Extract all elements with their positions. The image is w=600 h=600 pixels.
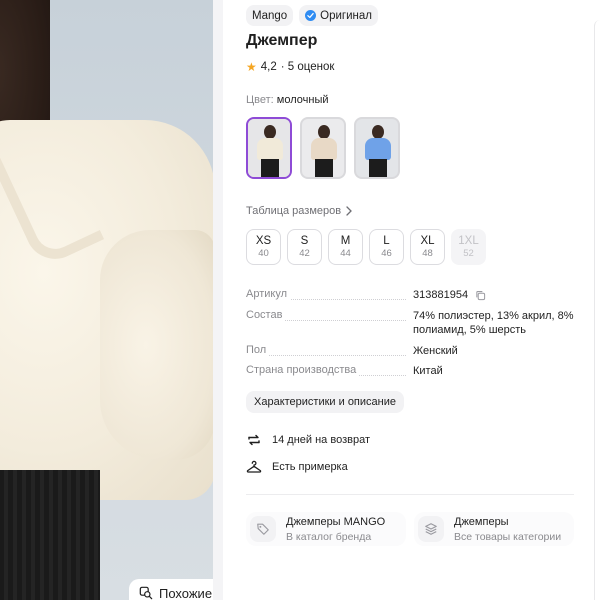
brand-badge[interactable]: Mango xyxy=(246,5,294,26)
spec-value: 74% полиэстер, 13% акрил, 8% полиамид, 5… xyxy=(413,310,574,336)
thumb-figure-head xyxy=(318,125,330,139)
size-option[interactable]: M 44 xyxy=(328,229,363,265)
fitting-text: Есть примерка xyxy=(272,461,348,473)
copy-icon[interactable] xyxy=(475,290,486,301)
size-option[interactable]: XL 48 xyxy=(410,229,445,265)
thumb-figure-legs xyxy=(261,159,279,177)
original-badge[interactable]: Оригинал xyxy=(299,5,379,26)
chevron-right-icon xyxy=(346,206,353,216)
size-selector: XS 40 S 42 M 44 L 46 XL 48 1XL 52 xyxy=(246,229,486,265)
similar-search-icon xyxy=(139,586,153,600)
brand-name: Mango xyxy=(252,9,288,22)
spec-key: Пол xyxy=(246,344,270,356)
size-ru: 40 xyxy=(258,247,269,259)
size-label: S xyxy=(300,234,309,247)
badges: Mango Оригинал xyxy=(246,5,379,26)
variant-thumb-blue[interactable] xyxy=(354,117,400,179)
size-ru: 44 xyxy=(340,247,351,259)
star-icon: ★ xyxy=(246,60,257,74)
section-divider xyxy=(246,494,574,495)
size-ru: 52 xyxy=(463,247,474,259)
size-option-unavailable: 1XL 52 xyxy=(451,229,486,265)
return-arrows-icon xyxy=(248,434,260,446)
spec-leader xyxy=(246,355,406,356)
size-ru: 46 xyxy=(381,247,392,259)
category-card[interactable]: Джемперы Все товары категории xyxy=(414,512,574,546)
size-table-label: Таблица размеров xyxy=(246,205,342,217)
photo-pants xyxy=(0,470,100,600)
catalog-links: Джемперы MANGO В каталог бренда Джемперы… xyxy=(246,512,574,546)
reviews-count: · 5 оценок xyxy=(280,61,335,73)
product-photo[interactable] xyxy=(0,0,213,600)
fitting-info: Есть примерка xyxy=(246,459,348,475)
size-table-link[interactable]: Таблица размеров xyxy=(246,205,353,217)
size-ru: 42 xyxy=(299,247,310,259)
spec-key: Артикул xyxy=(246,288,291,300)
spec-value-article: 313881954 xyxy=(413,288,578,302)
color-variants xyxy=(246,117,400,179)
size-label: M xyxy=(340,234,351,247)
size-label: XS xyxy=(255,234,272,247)
size-option[interactable]: XS 40 xyxy=(246,229,281,265)
spec-key: Страна производства xyxy=(246,364,360,376)
similar-label: Похожие xyxy=(159,585,213,600)
thumb-figure-head xyxy=(264,125,276,139)
size-ru: 48 xyxy=(422,247,433,259)
thumb-figure-body xyxy=(311,138,337,160)
product-title: Джемпер xyxy=(246,32,318,49)
size-label: XL xyxy=(420,234,435,247)
category-title: Джемперы xyxy=(454,515,509,528)
size-option[interactable]: L 46 xyxy=(369,229,404,265)
brand-catalog-subtitle: В каталог бренда xyxy=(286,530,372,543)
thumb-figure-body xyxy=(365,138,391,160)
variant-thumb-beige[interactable] xyxy=(300,117,346,179)
rating[interactable]: ★ 4,2 · 5 оценок xyxy=(246,60,334,74)
right-panel-edge xyxy=(594,20,600,600)
brand-catalog-title: Джемперы MANGO xyxy=(286,515,386,528)
layers-icon xyxy=(418,516,444,542)
color-label: Цвет: молочный xyxy=(246,94,329,106)
return-info: 14 дней на возврат xyxy=(246,432,370,448)
spec-value: Женский xyxy=(413,345,458,357)
spec-value: Китай xyxy=(413,365,443,377)
size-option[interactable]: S 42 xyxy=(287,229,322,265)
rating-value: 4,2 xyxy=(260,61,277,73)
variant-thumb-milky[interactable] xyxy=(246,117,292,179)
thumb-figure-body xyxy=(257,138,283,160)
photo-arm xyxy=(100,230,213,460)
hanger-icon xyxy=(246,460,262,473)
similar-button[interactable]: Похожие xyxy=(129,579,223,600)
category-subtitle: Все товары категории xyxy=(454,530,562,543)
verified-check-icon xyxy=(305,10,317,21)
tag-icon xyxy=(250,516,276,542)
color-label-key: Цвет: xyxy=(246,94,274,106)
article-number[interactable]: 313881954 xyxy=(413,289,468,301)
thumb-figure-legs xyxy=(369,159,387,177)
return-text: 14 дней на возврат xyxy=(272,434,370,446)
thumb-figure-legs xyxy=(315,159,333,177)
brand-catalog-card[interactable]: Джемперы MANGO В каталог бренда xyxy=(246,512,406,546)
panel-divider xyxy=(213,0,223,600)
color-value: молочный xyxy=(276,94,329,106)
characteristics-button[interactable]: Характеристики и описание xyxy=(246,391,404,413)
spec-key: Состав xyxy=(246,309,286,321)
size-label: L xyxy=(383,234,390,247)
size-label: 1XL xyxy=(458,234,479,247)
original-label: Оригинал xyxy=(320,9,373,22)
thumb-figure-head xyxy=(372,125,384,139)
